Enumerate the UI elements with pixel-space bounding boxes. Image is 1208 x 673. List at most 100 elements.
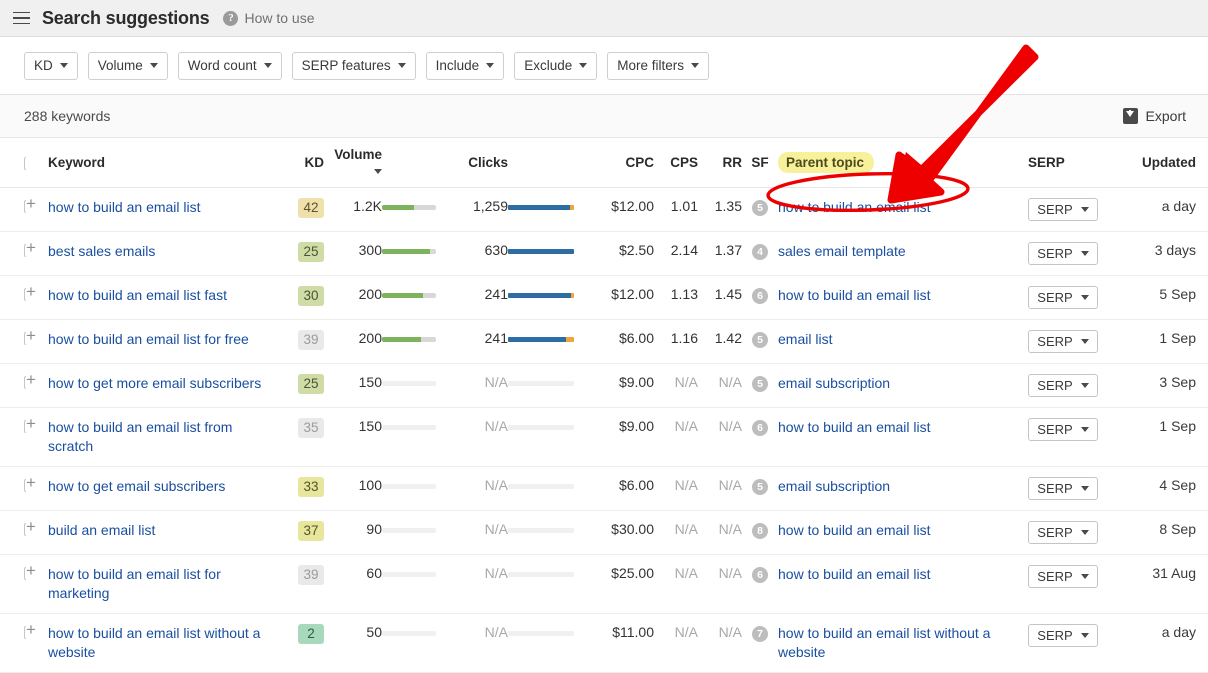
- keyword-link[interactable]: how to build an email list: [48, 198, 201, 217]
- kd-cell: 35: [278, 407, 324, 467]
- col-updated[interactable]: Updated: [1124, 138, 1196, 188]
- clicks-bar-cell: [508, 363, 582, 408]
- how-to-use-label: How to use: [244, 10, 315, 26]
- serp-cell: SERP: [1028, 231, 1124, 276]
- serp-cell: SERP: [1028, 275, 1124, 320]
- filter-kd[interactable]: KD: [24, 51, 78, 80]
- filter-serp-features[interactable]: SERP features: [291, 51, 416, 80]
- filter-word-count-label: Word count: [187, 58, 257, 73]
- parent-topic-link[interactable]: how to build an email list without a web…: [778, 624, 1028, 662]
- serp-button[interactable]: SERP: [1028, 418, 1098, 441]
- refresh-cell: [1196, 363, 1208, 408]
- parent-topic-link[interactable]: how to build an email list: [778, 198, 931, 217]
- rr-cell: N/A: [698, 363, 742, 408]
- parent-topic-link[interactable]: how to build an email list: [778, 521, 931, 540]
- sf-cell: 6: [742, 407, 778, 467]
- serp-button-label: SERP: [1037, 525, 1073, 540]
- parent-topic-link[interactable]: email subscription: [778, 477, 890, 496]
- keyword-link[interactable]: build an email list: [48, 521, 155, 540]
- col-sf[interactable]: SF: [742, 138, 778, 188]
- parent-topic-link[interactable]: sales email template: [778, 242, 906, 261]
- kd-cell: 37: [278, 510, 324, 555]
- keyword-link[interactable]: how to get more email subscribers: [48, 374, 261, 393]
- volume-bar: [382, 484, 436, 489]
- plus-icon[interactable]: +: [26, 621, 48, 638]
- plus-icon[interactable]: +: [26, 283, 48, 300]
- row-select-cell: [0, 231, 37, 276]
- keyword-count: 288 keywords: [24, 108, 111, 124]
- plus-icon[interactable]: +: [26, 195, 48, 212]
- serp-button[interactable]: SERP: [1028, 330, 1098, 353]
- serp-button[interactable]: SERP: [1028, 374, 1098, 397]
- col-clicks[interactable]: Clicks: [444, 138, 508, 188]
- plus-icon[interactable]: +: [26, 371, 48, 388]
- col-parent-topic[interactable]: Parent topic: [778, 138, 1028, 188]
- filter-serp-features-label: SERP features: [301, 58, 391, 73]
- filter-more-filters[interactable]: More filters: [607, 51, 709, 80]
- serp-button-label: SERP: [1037, 202, 1073, 217]
- clicks-cell: N/A: [444, 554, 508, 614]
- chevron-down-icon: [1080, 530, 1089, 535]
- volume-bar: [382, 425, 436, 430]
- updated-cell: a day: [1124, 613, 1196, 673]
- col-keyword[interactable]: Keyword: [48, 138, 278, 188]
- keyword-link[interactable]: how to build an email list from scratch: [48, 418, 278, 456]
- hamburger-icon[interactable]: [8, 5, 34, 31]
- col-cpc[interactable]: CPC: [582, 138, 654, 188]
- plus-icon[interactable]: +: [26, 415, 48, 432]
- parent-topic-link[interactable]: email subscription: [778, 374, 890, 393]
- serp-button[interactable]: SERP: [1028, 565, 1098, 588]
- parent-topic-link[interactable]: how to build an email list: [778, 418, 931, 437]
- parent-topic-link[interactable]: how to build an email list: [778, 565, 931, 584]
- plus-icon[interactable]: +: [26, 562, 48, 579]
- serp-button[interactable]: SERP: [1028, 198, 1098, 221]
- clicks-bar-cell: [508, 275, 582, 320]
- clicks-bar-cell: [508, 466, 582, 511]
- export-button[interactable]: Export: [1122, 108, 1186, 124]
- serp-button[interactable]: SERP: [1028, 624, 1098, 647]
- how-to-use-link[interactable]: ? How to use: [223, 10, 315, 26]
- volume-bar-cell: [382, 187, 444, 232]
- cpc-cell: $25.00: [582, 554, 654, 614]
- filter-exclude[interactable]: Exclude: [514, 51, 598, 80]
- keyword-cell: build an email list: [48, 510, 278, 555]
- cps-cell: N/A: [654, 363, 698, 408]
- keyword-link[interactable]: how to get email subscribers: [48, 477, 225, 496]
- serp-button[interactable]: SERP: [1028, 521, 1098, 544]
- table-row: + how to build an email list 42 1.2K 1,2…: [0, 187, 1208, 232]
- filter-include[interactable]: Include: [425, 51, 505, 80]
- keyword-link[interactable]: how to build an email list for marketing: [48, 565, 278, 603]
- plus-icon[interactable]: +: [26, 518, 48, 535]
- col-kd[interactable]: KD: [278, 138, 324, 188]
- parent-topic-link[interactable]: email list: [778, 330, 832, 349]
- keyword-cell: how to build an email list for free: [48, 319, 278, 364]
- table-body: + how to build an email list 42 1.2K 1,2…: [0, 187, 1208, 673]
- plus-icon[interactable]: +: [26, 327, 48, 344]
- keyword-link[interactable]: how to build an email list fast: [48, 286, 227, 305]
- plus-icon[interactable]: +: [26, 474, 48, 491]
- col-rr[interactable]: RR: [698, 138, 742, 188]
- refresh-cell: [1196, 466, 1208, 511]
- filter-word-count[interactable]: Word count: [177, 51, 282, 80]
- col-cps[interactable]: CPS: [654, 138, 698, 188]
- filter-volume[interactable]: Volume: [87, 51, 168, 80]
- serp-button[interactable]: SERP: [1028, 242, 1098, 265]
- parent-topic-link[interactable]: how to build an email list: [778, 286, 931, 305]
- plus-icon[interactable]: +: [26, 239, 48, 256]
- serp-button[interactable]: SERP: [1028, 477, 1098, 500]
- col-volume[interactable]: Volume: [324, 138, 382, 188]
- clicks-bar-cell: [508, 319, 582, 364]
- rr-cell: N/A: [698, 554, 742, 614]
- keyword-link[interactable]: best sales emails: [48, 242, 155, 261]
- keyword-cell: how to get more email subscribers: [48, 363, 278, 408]
- rr-cell: N/A: [698, 407, 742, 467]
- keywords-table: Keyword KD Volume Clicks CPC CPS RR SF P…: [0, 138, 1208, 673]
- cps-cell: 1.01: [654, 187, 698, 232]
- keyword-link[interactable]: how to build an email list for free: [48, 330, 249, 349]
- row-select-cell: [0, 275, 37, 320]
- keyword-link[interactable]: how to build an email list without a web…: [48, 624, 278, 662]
- serp-button[interactable]: SERP: [1028, 286, 1098, 309]
- volume-bar-cell: [382, 363, 444, 408]
- updated-cell: 31 Aug: [1124, 554, 1196, 614]
- kd-cell: 39: [278, 319, 324, 364]
